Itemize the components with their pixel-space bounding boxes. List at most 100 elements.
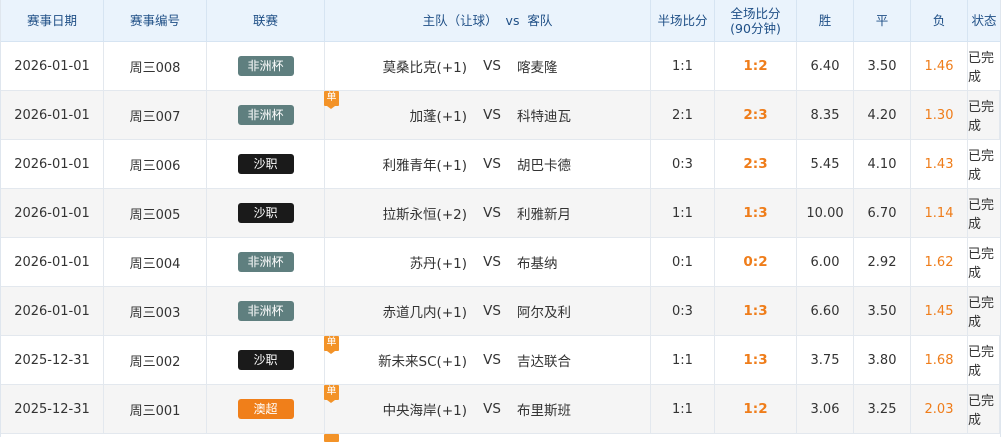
- home-team[interactable]: 利雅青年(+1): [325, 154, 475, 174]
- match-date: 2026-01-01: [1, 238, 104, 286]
- table-row[interactable]: 2026-01-01 周三006 沙职 利雅青年(+1) VS 胡巴卡德 0:3 2:3 5.4…: [1, 140, 1000, 189]
- odds-lose: 1.62: [911, 238, 968, 286]
- half-score: 0:3: [651, 140, 715, 188]
- vs-label: VS: [483, 107, 501, 123]
- half-score: 0:1: [651, 238, 715, 286]
- table-row[interactable]: 2026-01-01 周三008 非洲杯 莫桑比克(+1) VS 喀麦隆 1:1 1:2 6.4…: [1, 42, 1000, 91]
- odds-win: 3.75: [797, 336, 854, 384]
- header-draw[interactable]: 平: [854, 0, 911, 41]
- single-bet-icon: 单: [324, 385, 339, 403]
- away-team[interactable]: 利雅新月: [509, 203, 650, 223]
- odds-lose: 1.43: [911, 140, 968, 188]
- header-lose[interactable]: 负: [911, 0, 968, 41]
- away-team[interactable]: 布里斯班: [509, 399, 650, 419]
- odds-lose: 1.45: [911, 287, 968, 335]
- header-league[interactable]: 联赛: [207, 0, 325, 41]
- odds-lose: 1.46: [911, 42, 968, 90]
- header-number[interactable]: 赛事编号: [104, 0, 207, 41]
- match-status: 已完成: [968, 149, 995, 183]
- home-team[interactable]: 中央海岸(+1): [325, 399, 475, 419]
- home-team[interactable]: 莫桑比克(+1): [325, 56, 475, 76]
- odds-draw: 3.50: [854, 42, 911, 90]
- home-team[interactable]: 加蓬(+1): [325, 105, 475, 125]
- match-cell: 新未来SC(+1) VS 吉达联合: [325, 336, 651, 384]
- home-team[interactable]: 新未来SC(+1): [325, 350, 475, 370]
- vs-label: VS: [483, 58, 501, 74]
- match-cell: 利雅青年(+1) VS 胡巴卡德: [325, 140, 651, 188]
- full-score: 1:3: [715, 287, 797, 335]
- league-badge[interactable]: 沙职: [237, 154, 294, 174]
- header-match: 主队（让球） vs 客队: [325, 0, 651, 41]
- away-team[interactable]: 吉达联合: [509, 350, 650, 370]
- away-team[interactable]: 科特迪瓦: [509, 105, 650, 125]
- away-team[interactable]: 喀麦隆: [509, 56, 650, 76]
- full-score: 2:3: [715, 140, 797, 188]
- header-match-label: 主队（让球） vs 客队: [422, 13, 553, 28]
- half-score: 1:1: [651, 336, 715, 384]
- home-team[interactable]: 苏丹(+1): [325, 252, 475, 272]
- match-date: 2026-01-01: [1, 42, 104, 90]
- league-cell: 沙职: [207, 140, 325, 188]
- home-team[interactable]: 赤道几内(+1): [325, 301, 475, 321]
- half-score: 0:3: [651, 287, 715, 335]
- match-date: 2026-01-01: [1, 189, 104, 237]
- league-badge[interactable]: 沙职: [237, 203, 294, 223]
- header-half-score: 半场比分: [651, 0, 715, 41]
- vs-label: VS: [483, 156, 501, 172]
- league-badge[interactable]: 非洲杯: [237, 105, 294, 125]
- vs-label: VS: [483, 303, 501, 319]
- match-cell: 加蓬(+1) VS 科特迪瓦: [325, 91, 651, 139]
- match-number: 周三006: [104, 140, 207, 188]
- match-status: 已完成: [968, 51, 995, 85]
- single-bet-icon: [324, 434, 339, 442]
- vs-label: VS: [483, 254, 501, 270]
- table-row[interactable]: 2026-01-01 周三004 非洲杯 苏丹(+1) VS 布基纳 0:1 0:2 6.00 2…: [1, 238, 1000, 287]
- odds-win: 8.35: [797, 91, 854, 139]
- header-full-line2: (90分钟): [730, 20, 781, 36]
- vs-label: VS: [483, 401, 501, 417]
- table-body: 2026-01-01 周三008 非洲杯 莫桑比克(+1) VS 喀麦隆 1:1 1:2 6.4…: [1, 42, 1000, 444]
- league-badge[interactable]: 澳超: [237, 399, 294, 419]
- match-date: 2025-12-31: [1, 336, 104, 384]
- table-row[interactable]: 2026-01-01 周三003 非洲杯 赤道几内(+1) VS 阿尔及利 0:3 1:3 6.…: [1, 287, 1000, 336]
- league-cell: 沙职: [207, 336, 325, 384]
- full-score: 2:3: [715, 91, 797, 139]
- odds-draw: 4.10: [854, 140, 911, 188]
- full-score: 1:2: [715, 385, 797, 433]
- table-row[interactable]: 2025-12-31 周三001 澳超 中央海岸(+1) VS 布里斯班 1:1 1:2 3.0…: [1, 385, 1000, 434]
- odds-win: 5.45: [797, 140, 854, 188]
- odds-win: 10.00: [797, 189, 854, 237]
- odds-win: 6.40: [797, 42, 854, 90]
- league-cell: 非洲杯: [207, 91, 325, 139]
- league-badge[interactable]: 非洲杯: [237, 56, 294, 76]
- league-cell: 沙职: [207, 189, 325, 237]
- header-win[interactable]: 胜: [797, 0, 854, 41]
- league-badge[interactable]: 非洲杯: [237, 252, 294, 272]
- match-number: 周三003: [104, 287, 207, 335]
- odds-lose: 2.03: [911, 385, 968, 433]
- away-team[interactable]: 布基纳: [509, 252, 650, 272]
- match-date: 2026-01-01: [1, 287, 104, 335]
- header-date[interactable]: 赛事日期: [1, 0, 104, 41]
- match-cell: 拉斯永恒(+2) VS 利雅新月: [325, 189, 651, 237]
- match-status: 已完成: [968, 296, 995, 330]
- league-badge[interactable]: 非洲杯: [237, 301, 294, 321]
- league-badge[interactable]: 沙职: [237, 350, 294, 370]
- match-number: 周三001: [104, 385, 207, 433]
- league-cell: 非洲杯: [207, 238, 325, 286]
- odds-win: 6.60: [797, 287, 854, 335]
- single-bet-icon: 单: [324, 91, 339, 109]
- match-status: 已完成: [968, 247, 995, 281]
- table-row[interactable]: 2026-01-01 周三005 沙职 拉斯永恒(+2) VS 利雅新月 1:1 1:3 10.…: [1, 189, 1000, 238]
- away-team[interactable]: 胡巴卡德: [509, 154, 650, 174]
- half-score: 1:1: [651, 189, 715, 237]
- full-score: 0:2: [715, 238, 797, 286]
- away-team[interactable]: 阿尔及利: [509, 301, 650, 321]
- table-row-partial: [1, 434, 1000, 444]
- table-row[interactable]: 2026-01-01 周三007 非洲杯 加蓬(+1) VS 科特迪瓦 2:1 2:3 8.35…: [1, 91, 1000, 140]
- table-row[interactable]: 2025-12-31 周三002 沙职 新未来SC(+1) VS 吉达联合 1:1 1:3 3.…: [1, 336, 1000, 385]
- full-score: 1:3: [715, 189, 797, 237]
- home-team[interactable]: 拉斯永恒(+2): [325, 203, 475, 223]
- league-cell: 澳超: [207, 385, 325, 433]
- match-status: 已完成: [968, 91, 1000, 139]
